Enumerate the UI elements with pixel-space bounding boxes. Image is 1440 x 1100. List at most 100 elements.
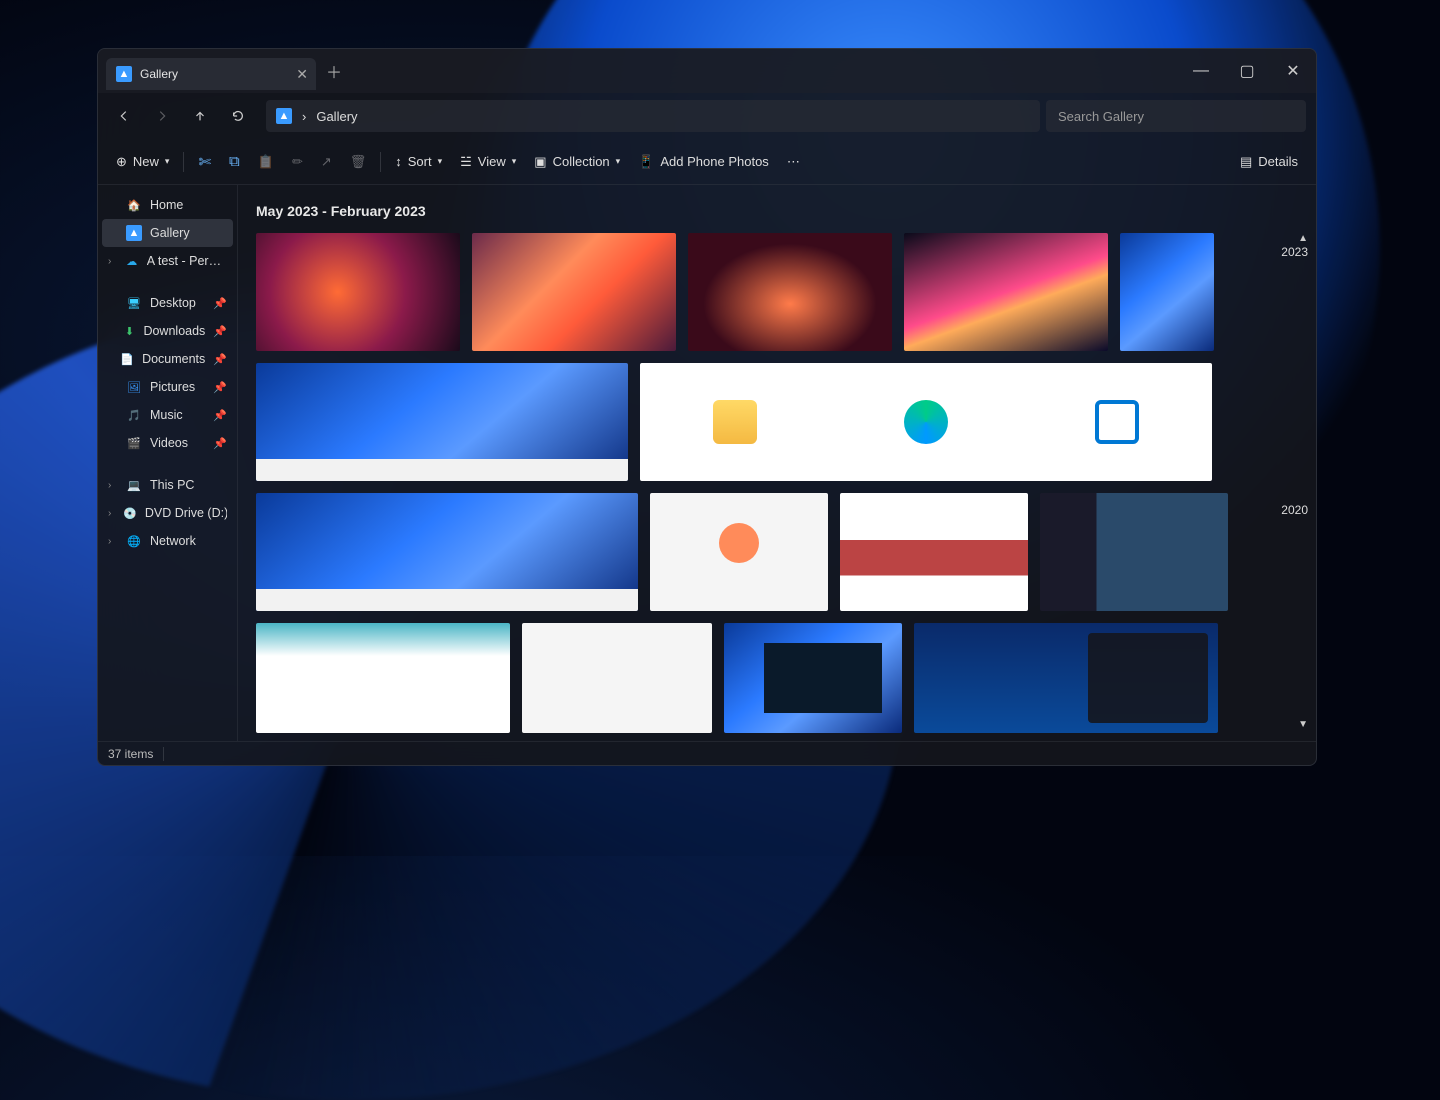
sort-icon: ↕ [395, 154, 402, 169]
gallery-grid[interactable]: May 2023 - February 2023 [238, 185, 1262, 741]
pin-icon[interactable]: 📌 [213, 297, 227, 310]
address-bar[interactable]: ▲ › Gallery [266, 100, 1040, 132]
sidebar-item-music[interactable]: 🎵 Music 📌 [102, 401, 233, 429]
caret-down-icon: ▼ [1298, 719, 1308, 730]
toolbar: ⊕ New ▾ ✄ ⧉ 📋 ✏ ↗ 🗑 ↕ Sort ▾ ☱ View ▾ ▣ … [98, 139, 1316, 185]
thumbnail[interactable] [1040, 493, 1228, 611]
download-icon: ⬇ [123, 323, 135, 339]
pin-icon[interactable]: 📌 [213, 353, 227, 366]
close-button[interactable]: ✕ [1270, 49, 1316, 93]
sidebar-item-pictures[interactable]: 🖼 Pictures 📌 [102, 373, 233, 401]
onedrive-icon: ☁ [125, 253, 139, 269]
sidebar-item-home[interactable]: 🏠 Home [102, 191, 233, 219]
paste-icon: 📋 [258, 154, 274, 170]
chevron-right-icon[interactable]: › [108, 480, 118, 491]
sidebar-item-onedrive[interactable]: › ☁ A test - Personal [102, 247, 233, 275]
cut-icon: ✄ [198, 153, 211, 171]
titlebar: ▲ Gallery ✕ ＋ — ▢ ✕ [98, 49, 1316, 93]
breadcrumb: Gallery [316, 109, 357, 124]
separator [163, 747, 164, 761]
delete-button[interactable]: 🗑 [342, 146, 375, 178]
sidebar-item-desktop[interactable]: 🖥 Desktop 📌 [102, 289, 233, 317]
desktop-icon: 🖥 [126, 295, 142, 311]
home-icon: 🏠 [126, 197, 142, 213]
sidebar-item-videos[interactable]: 🎬 Videos 📌 [102, 429, 233, 457]
separator [183, 152, 184, 172]
pictures-icon: 🖼 [126, 379, 142, 395]
thumbnail[interactable] [522, 623, 712, 733]
paste-button[interactable]: 📋 [250, 146, 282, 178]
thumbnail[interactable] [1120, 233, 1214, 351]
minimize-button[interactable]: — [1178, 49, 1224, 93]
timeline-year: 2023 [1281, 245, 1308, 259]
back-button[interactable] [108, 100, 140, 132]
thumbnail[interactable] [256, 363, 628, 481]
thumbnail[interactable] [688, 233, 892, 351]
pin-icon[interactable]: 📌 [213, 409, 227, 422]
thumbnail[interactable] [256, 493, 638, 611]
chevron-down-icon: ▾ [512, 156, 517, 167]
thumbnail[interactable] [650, 493, 828, 611]
chevron-down-icon: ▾ [438, 156, 443, 167]
thumbnail[interactable] [840, 493, 1028, 611]
sidebar-item-network[interactable]: › 🌐 Network [102, 527, 233, 555]
sidebar-item-gallery[interactable]: ▲ Gallery [102, 219, 233, 247]
thumbnail[interactable] [724, 623, 902, 733]
active-tab[interactable]: ▲ Gallery ✕ [106, 58, 316, 90]
new-tab-button[interactable]: ＋ [326, 59, 342, 83]
sidebar-item-downloads[interactable]: ⬇ Downloads 📌 [102, 317, 233, 345]
rename-button[interactable]: ✏ [284, 146, 311, 178]
file-explorer-window: ▲ Gallery ✕ ＋ — ▢ ✕ ▲ › Gallery Se [97, 48, 1317, 766]
cut-button[interactable]: ✄ [190, 146, 219, 178]
rename-icon: ✏ [292, 154, 303, 170]
chevron-right-icon[interactable]: › [108, 536, 118, 547]
more-button[interactable]: ⋯ [779, 146, 808, 178]
thumbnail[interactable] [914, 623, 1218, 733]
gallery-icon: ▲ [276, 108, 292, 124]
search-input[interactable]: Search Gallery [1046, 100, 1306, 132]
thumbnail[interactable] [472, 233, 676, 351]
disc-icon: 💿 [123, 505, 137, 521]
more-icon: ⋯ [787, 154, 800, 170]
view-button[interactable]: ☱ View ▾ [452, 146, 524, 178]
item-count: 37 items [108, 747, 153, 761]
maximize-button[interactable]: ▢ [1224, 49, 1270, 93]
close-tab-icon[interactable]: ✕ [296, 66, 308, 83]
network-icon: 🌐 [126, 533, 142, 549]
delete-icon: 🗑 [350, 154, 367, 170]
add-phone-button[interactable]: 📱 Add Phone Photos [630, 146, 777, 178]
music-icon: 🎵 [126, 407, 142, 423]
timeline-scrubber[interactable]: ▲ 2023 2020 ▼ [1262, 185, 1316, 741]
gallery-icon: ▲ [126, 225, 142, 241]
window-controls: — ▢ ✕ [1178, 49, 1316, 93]
refresh-button[interactable] [222, 100, 254, 132]
thumbnail[interactable] [640, 363, 1212, 481]
details-button[interactable]: ▤ Details [1232, 146, 1306, 178]
sidebar-item-documents[interactable]: 📄 Documents 📌 [102, 345, 233, 373]
pin-icon[interactable]: 📌 [213, 325, 227, 338]
breadcrumb-sep: › [302, 109, 306, 124]
share-button[interactable]: ↗ [313, 146, 340, 178]
chevron-right-icon[interactable]: › [108, 256, 117, 267]
sort-button[interactable]: ↕ Sort ▾ [387, 146, 450, 178]
caret-up-icon: ▲ [1298, 233, 1308, 244]
thumbnail[interactable] [256, 623, 510, 733]
new-button[interactable]: ⊕ New ▾ [108, 146, 177, 178]
gallery-icon: ▲ [116, 66, 132, 82]
details-icon: ▤ [1240, 154, 1252, 170]
thumbnail[interactable] [256, 233, 460, 351]
collection-button[interactable]: ▣ Collection ▾ [526, 146, 628, 178]
add-icon: ⊕ [116, 154, 127, 170]
copy-button[interactable]: ⧉ [221, 146, 248, 178]
chevron-right-icon[interactable]: › [108, 508, 115, 519]
copy-icon: ⧉ [229, 153, 240, 170]
sidebar-item-dvd[interactable]: › 💿 DVD Drive (D:) CCC [102, 499, 233, 527]
up-button[interactable] [184, 100, 216, 132]
forward-button[interactable] [146, 100, 178, 132]
sidebar-item-thispc[interactable]: › 💻 This PC [102, 471, 233, 499]
sidebar: 🏠 Home ▲ Gallery › ☁ A test - Personal 🖥… [98, 185, 238, 741]
pin-icon[interactable]: 📌 [213, 437, 227, 450]
documents-icon: 📄 [120, 351, 134, 367]
thumbnail[interactable] [904, 233, 1108, 351]
pin-icon[interactable]: 📌 [213, 381, 227, 394]
